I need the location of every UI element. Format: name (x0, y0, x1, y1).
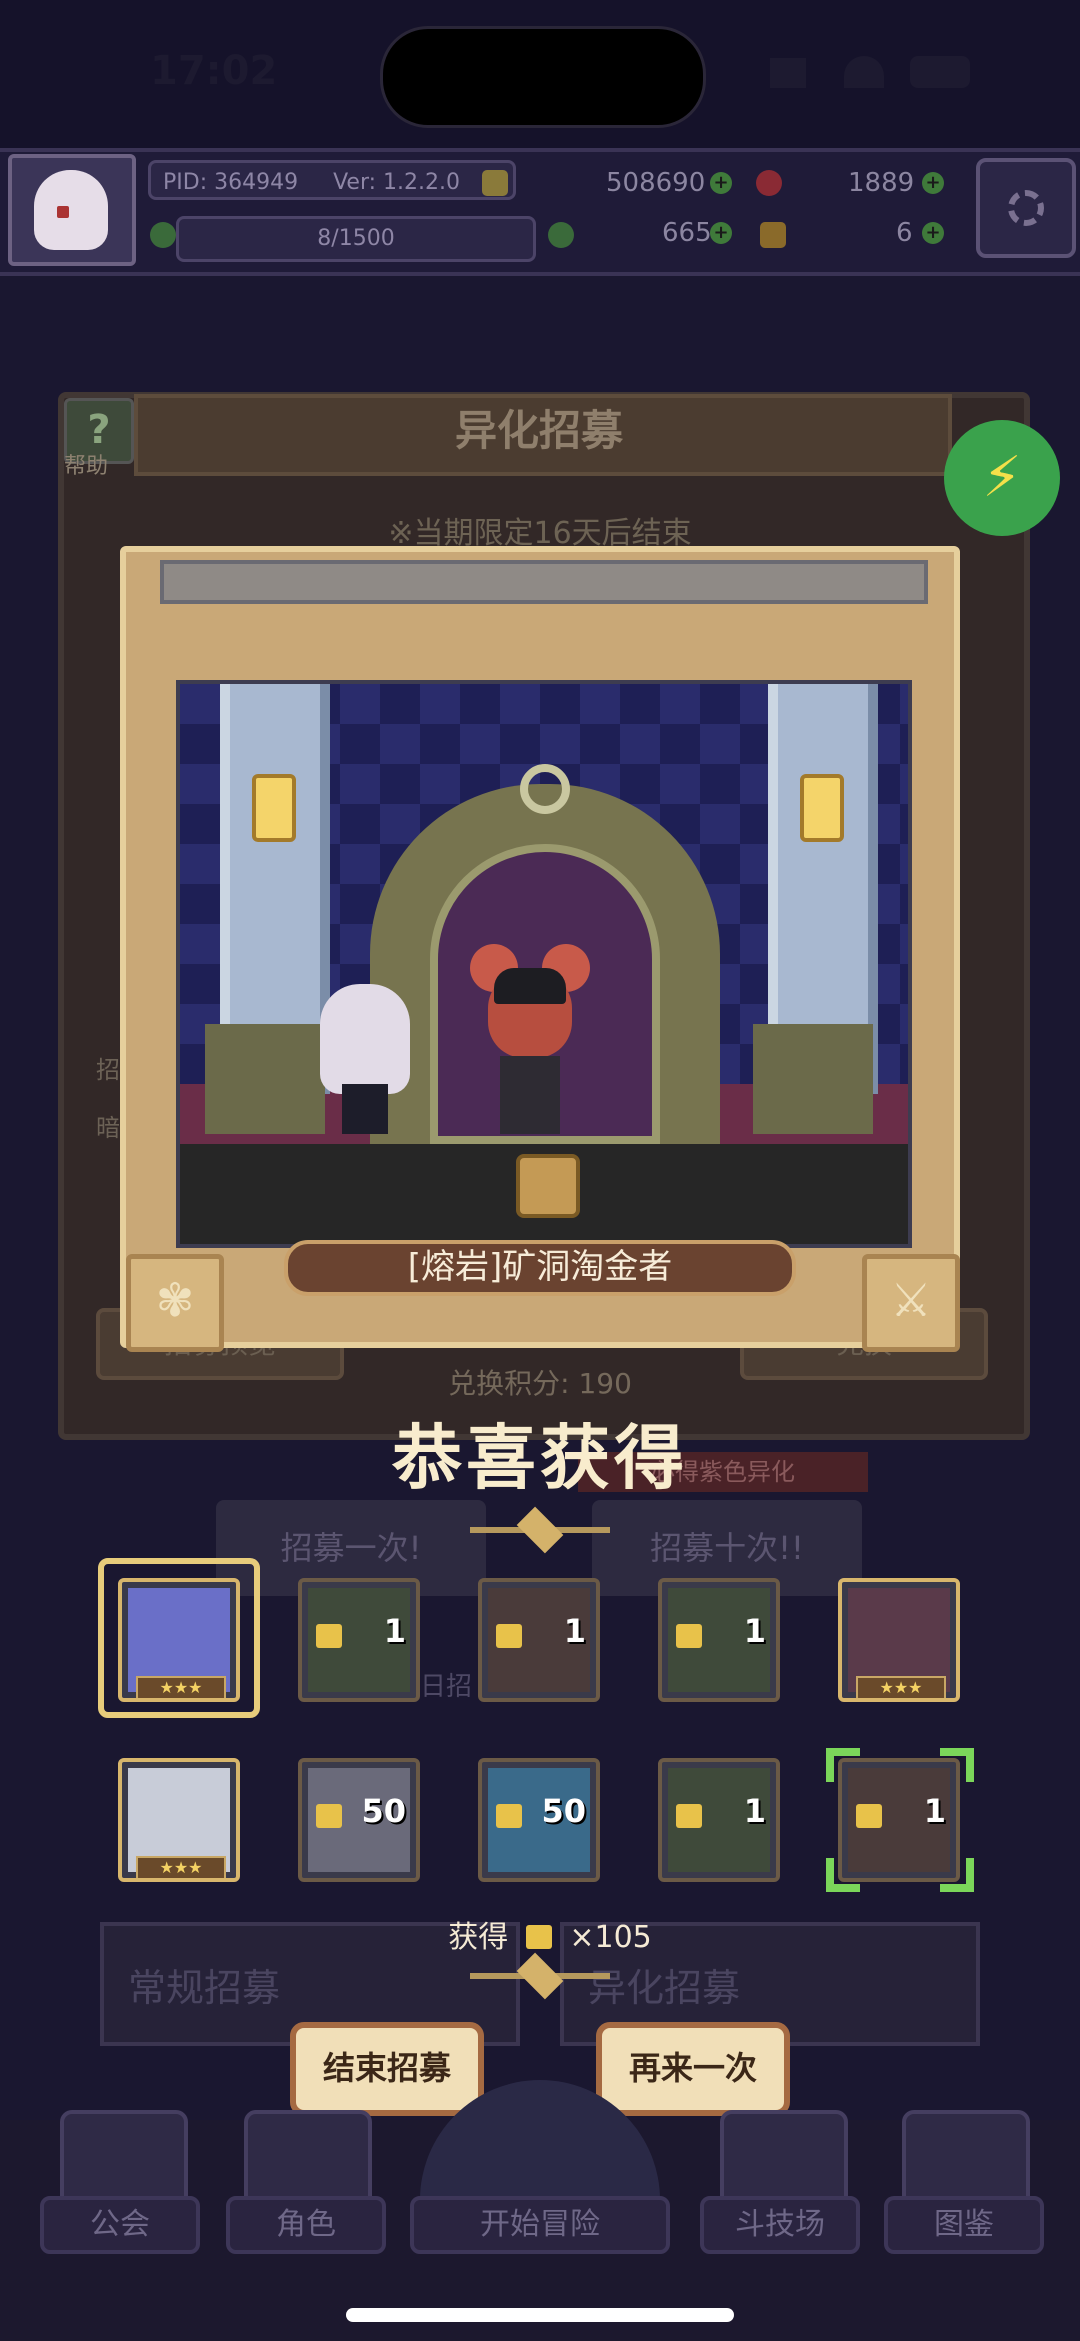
side-label-dark: 暗 (96, 1114, 120, 1142)
help-label: 帮助 (64, 454, 109, 479)
frame-top-bar (160, 560, 928, 604)
reward-card-character[interactable]: ★★★ (838, 1578, 960, 1702)
nav-codex[interactable]: 图鉴 (884, 2196, 1044, 2254)
shard-count: 50 (541, 1792, 586, 1830)
obtained-amount: ×105 (569, 1920, 652, 1955)
gem-amount: 1889 (848, 168, 915, 198)
side-label-recruit: 招 (96, 1056, 120, 1084)
clover-plus-button[interactable]: + (710, 222, 732, 244)
wifi-icon (844, 56, 884, 88)
miner-helmet (494, 968, 566, 1004)
key-plus-button[interactable]: + (922, 222, 944, 244)
gear-icon (1008, 190, 1044, 226)
shard-count: 1 (563, 1612, 586, 1650)
shard-icon (316, 1804, 342, 1828)
player-avatar[interactable] (8, 154, 136, 266)
star-rating: ★★★ (856, 1676, 946, 1698)
nav-characters[interactable]: 角色 (226, 2196, 386, 2254)
reward-card-shard[interactable]: 50 (478, 1758, 600, 1882)
pid-text: PID: 364949 (163, 170, 299, 195)
left-lamp-icon (252, 774, 296, 842)
clover-amount: 665 (662, 218, 712, 248)
shard-count: 1 (743, 1612, 766, 1650)
nav-adventure[interactable]: 开始冒险 (410, 2196, 670, 2254)
star-rating: ★★★ (136, 1676, 226, 1698)
exchange-points: 兑换积分: 190 (448, 1367, 632, 1400)
stamina-bar: 8/1500 (176, 216, 536, 262)
gem-icon (756, 170, 782, 196)
star-rating: ★★★ (136, 1856, 226, 1878)
shard-icon (496, 1624, 522, 1648)
character-name: [熔岩]矿洞淘金者 (407, 1247, 673, 1287)
obtained-prefix: 获得 (448, 1920, 509, 1955)
pid-box: PID: 364949 Ver: 1.2.2.0 (148, 160, 516, 200)
obtained-summary: 获得 ×105 (430, 1912, 670, 1956)
avatar-eye (57, 206, 69, 218)
reward-card-shard[interactable]: 50 (298, 1758, 420, 1882)
hero-body (342, 1084, 388, 1134)
moon-emblem-icon (520, 764, 570, 814)
key-icon (760, 222, 786, 248)
white-haired-hero (320, 984, 410, 1134)
reward-card-shard[interactable]: 1 (478, 1578, 600, 1702)
version-text: Ver: 1.2.2.0 (333, 170, 461, 195)
recruit-title: 异化招募 (454, 406, 623, 455)
divider-gem-bottom (516, 1952, 564, 2000)
congrats-title: 恭喜获得 (392, 1417, 688, 1499)
battery-icon (910, 56, 970, 88)
focus-bracket (826, 1748, 974, 1892)
stamina-text: 8/1500 (317, 226, 395, 251)
shard-count: 50 (361, 1792, 406, 1830)
reward-card-character[interactable]: ★★★ (118, 1758, 240, 1882)
reward-card-shard[interactable]: 1 (298, 1578, 420, 1702)
gem-plus-button[interactable]: + (922, 172, 944, 194)
reward-card-character[interactable]: ★★★ (118, 1578, 240, 1702)
dynamic-island (380, 26, 706, 128)
sword-icon: ⚔ (862, 1254, 960, 1352)
nav-arena[interactable]: 斗技场 (700, 2196, 860, 2254)
right-lamp-icon (800, 774, 844, 842)
gold-amount: 508690 (606, 168, 706, 198)
shard-icon (676, 1804, 702, 1828)
key-amount: 6 (896, 218, 913, 248)
gold-icon (482, 170, 508, 196)
avatar-face (34, 170, 108, 250)
end-recruit-button[interactable]: 结束招募 (290, 2022, 484, 2116)
shard-icon (496, 1804, 522, 1828)
left-pillar-base (205, 1024, 325, 1134)
recruit-again-button[interactable]: 再来一次 (596, 2022, 790, 2116)
gold-plus-button[interactable]: + (710, 172, 732, 194)
lightning-icon[interactable]: ⚡ (944, 420, 1060, 536)
divider-gem (516, 1506, 564, 1554)
clover-icon (548, 222, 574, 248)
reward-card-shard[interactable]: 1 (658, 1758, 780, 1882)
shard-count: 1 (743, 1792, 766, 1830)
right-pillar-base (753, 1024, 873, 1134)
hero-hair (320, 984, 410, 1094)
paw-icon: ✾ (126, 1254, 224, 1352)
status-time: 17:02 (150, 48, 278, 94)
shard-count: 1 (383, 1612, 406, 1650)
reveal-scene (176, 680, 912, 1248)
reward-card-shard[interactable]: 1 (658, 1578, 780, 1702)
home-indicator (346, 2308, 734, 2322)
signal-icon (770, 58, 806, 88)
miner-body (500, 1056, 560, 1134)
shard-icon (525, 1925, 552, 1949)
shard-icon (316, 1624, 342, 1648)
nav-guild[interactable]: 公会 (40, 2196, 200, 2254)
element-coin-icon (516, 1154, 580, 1218)
shard-icon (676, 1624, 702, 1648)
stamina-icon (150, 222, 176, 248)
mouse-miner-character (470, 944, 590, 1134)
settings-button[interactable] (976, 158, 1076, 258)
